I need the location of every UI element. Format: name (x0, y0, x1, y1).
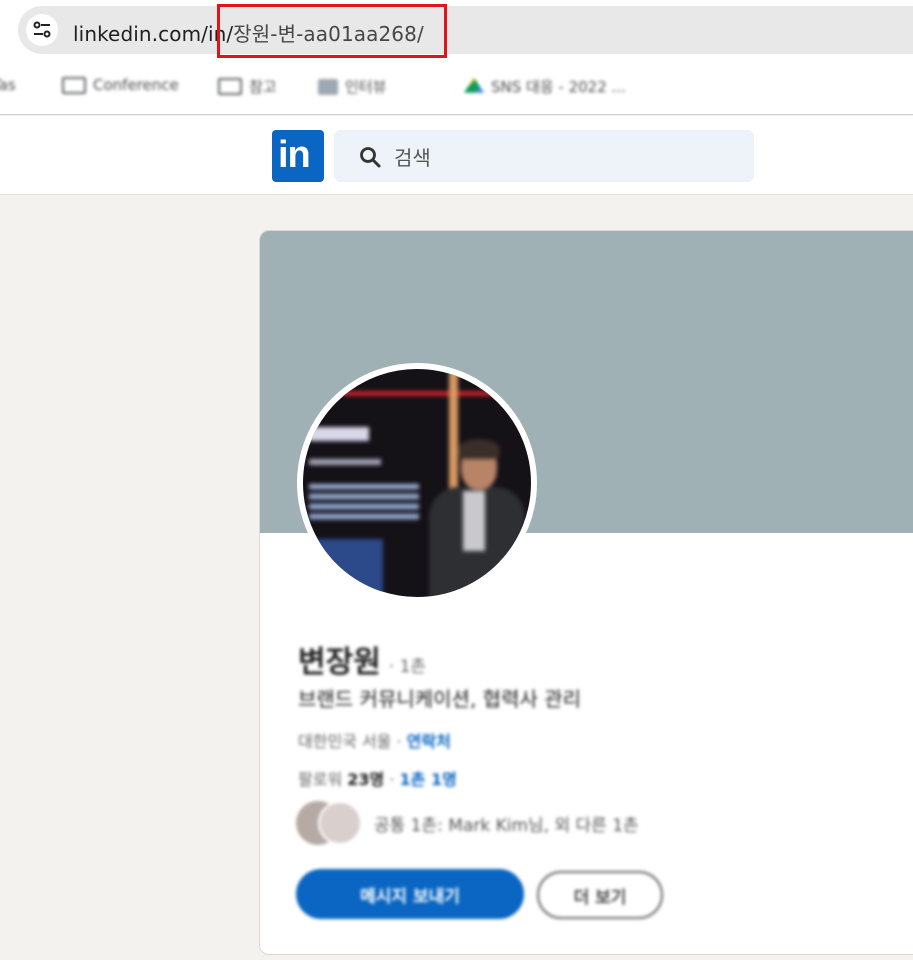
followers-prefix: 팔로워 (298, 770, 348, 789)
drive-icon (464, 77, 484, 93)
contact-info-link[interactable]: 연락처 (407, 732, 451, 751)
search-input[interactable]: 검색 (334, 130, 754, 182)
search-placeholder: 검색 (394, 146, 431, 170)
connection-degree: · 1촌 (388, 657, 427, 677)
mutual-connections[interactable]: 공통 1촌: Mark Kim님, 외 다른 1촌 (296, 801, 639, 845)
more-button[interactable]: 더 보기 (537, 871, 663, 919)
message-button[interactable]: 메시지 보내기 (296, 869, 524, 919)
linkedin-logo-text: in (278, 134, 311, 176)
bookmark-label: Conference (93, 76, 179, 94)
folder-icon (62, 76, 86, 94)
mutual-avatars (296, 801, 362, 845)
bookmark-item[interactable]: 참고 (218, 76, 277, 97)
bookmark-item[interactable]: Conference (62, 76, 179, 94)
linkedin-logo[interactable]: in (272, 130, 324, 182)
bookmark-label: Tas (0, 76, 16, 94)
bookmarks-bar: Tas Conference 참고 인터뷰 SNS 대응 - 2022 ... (0, 60, 913, 115)
profile-photo-image (303, 369, 531, 597)
location-text: 대한민국 서울 · (298, 732, 407, 751)
profile-headline: 브랜드 커뮤니케이션, 협력사 관리 (298, 687, 582, 711)
bookmark-label: SNS 대응 - 2022 ... (491, 78, 626, 96)
connections-link[interactable]: 1촌 1명 (400, 770, 457, 789)
bookmark-item[interactable]: SNS 대응 - 2022 ... (464, 76, 626, 97)
bookmark-item[interactable]: Tas (0, 76, 16, 94)
profile-photo[interactable] (297, 363, 537, 603)
profile-location: 대한민국 서울 · 연락처 (298, 728, 451, 752)
followers-count: 23명 (347, 770, 385, 789)
profile-name: 변장원 (298, 645, 381, 680)
profile-card: 변장원 · 1촌 브랜드 커뮤니케이션, 협력사 관리 대한민국 서울 · 연락… (259, 230, 913, 955)
bookmark-label: 인터뷰 (345, 78, 387, 96)
bookmark-item[interactable]: 인터뷰 (318, 76, 386, 97)
bookmark-label: 참고 (249, 78, 277, 96)
linkedin-icon (318, 78, 338, 95)
folder-icon (218, 78, 242, 95)
search-icon (360, 147, 381, 168)
site-info-button[interactable] (26, 14, 58, 46)
tune-icon (33, 21, 51, 38)
highlight-annotation-box (217, 4, 447, 58)
profile-name-row: 변장원 · 1촌 (298, 637, 426, 681)
profile-followers: 팔로워 23명 · 1촌 1명 (298, 770, 457, 789)
browser-toolbar: linkedin.com/in/장원-변-aa01aa268/ (0, 0, 913, 60)
mutual-connections-text: 공통 1촌: Mark Kim님, 외 다른 1촌 (374, 815, 639, 836)
address-bar[interactable]: linkedin.com/in/장원-변-aa01aa268/ (18, 6, 913, 54)
linkedin-nav: in 검색 (0, 116, 913, 195)
url-host: linkedin.com/in/ (73, 22, 234, 46)
